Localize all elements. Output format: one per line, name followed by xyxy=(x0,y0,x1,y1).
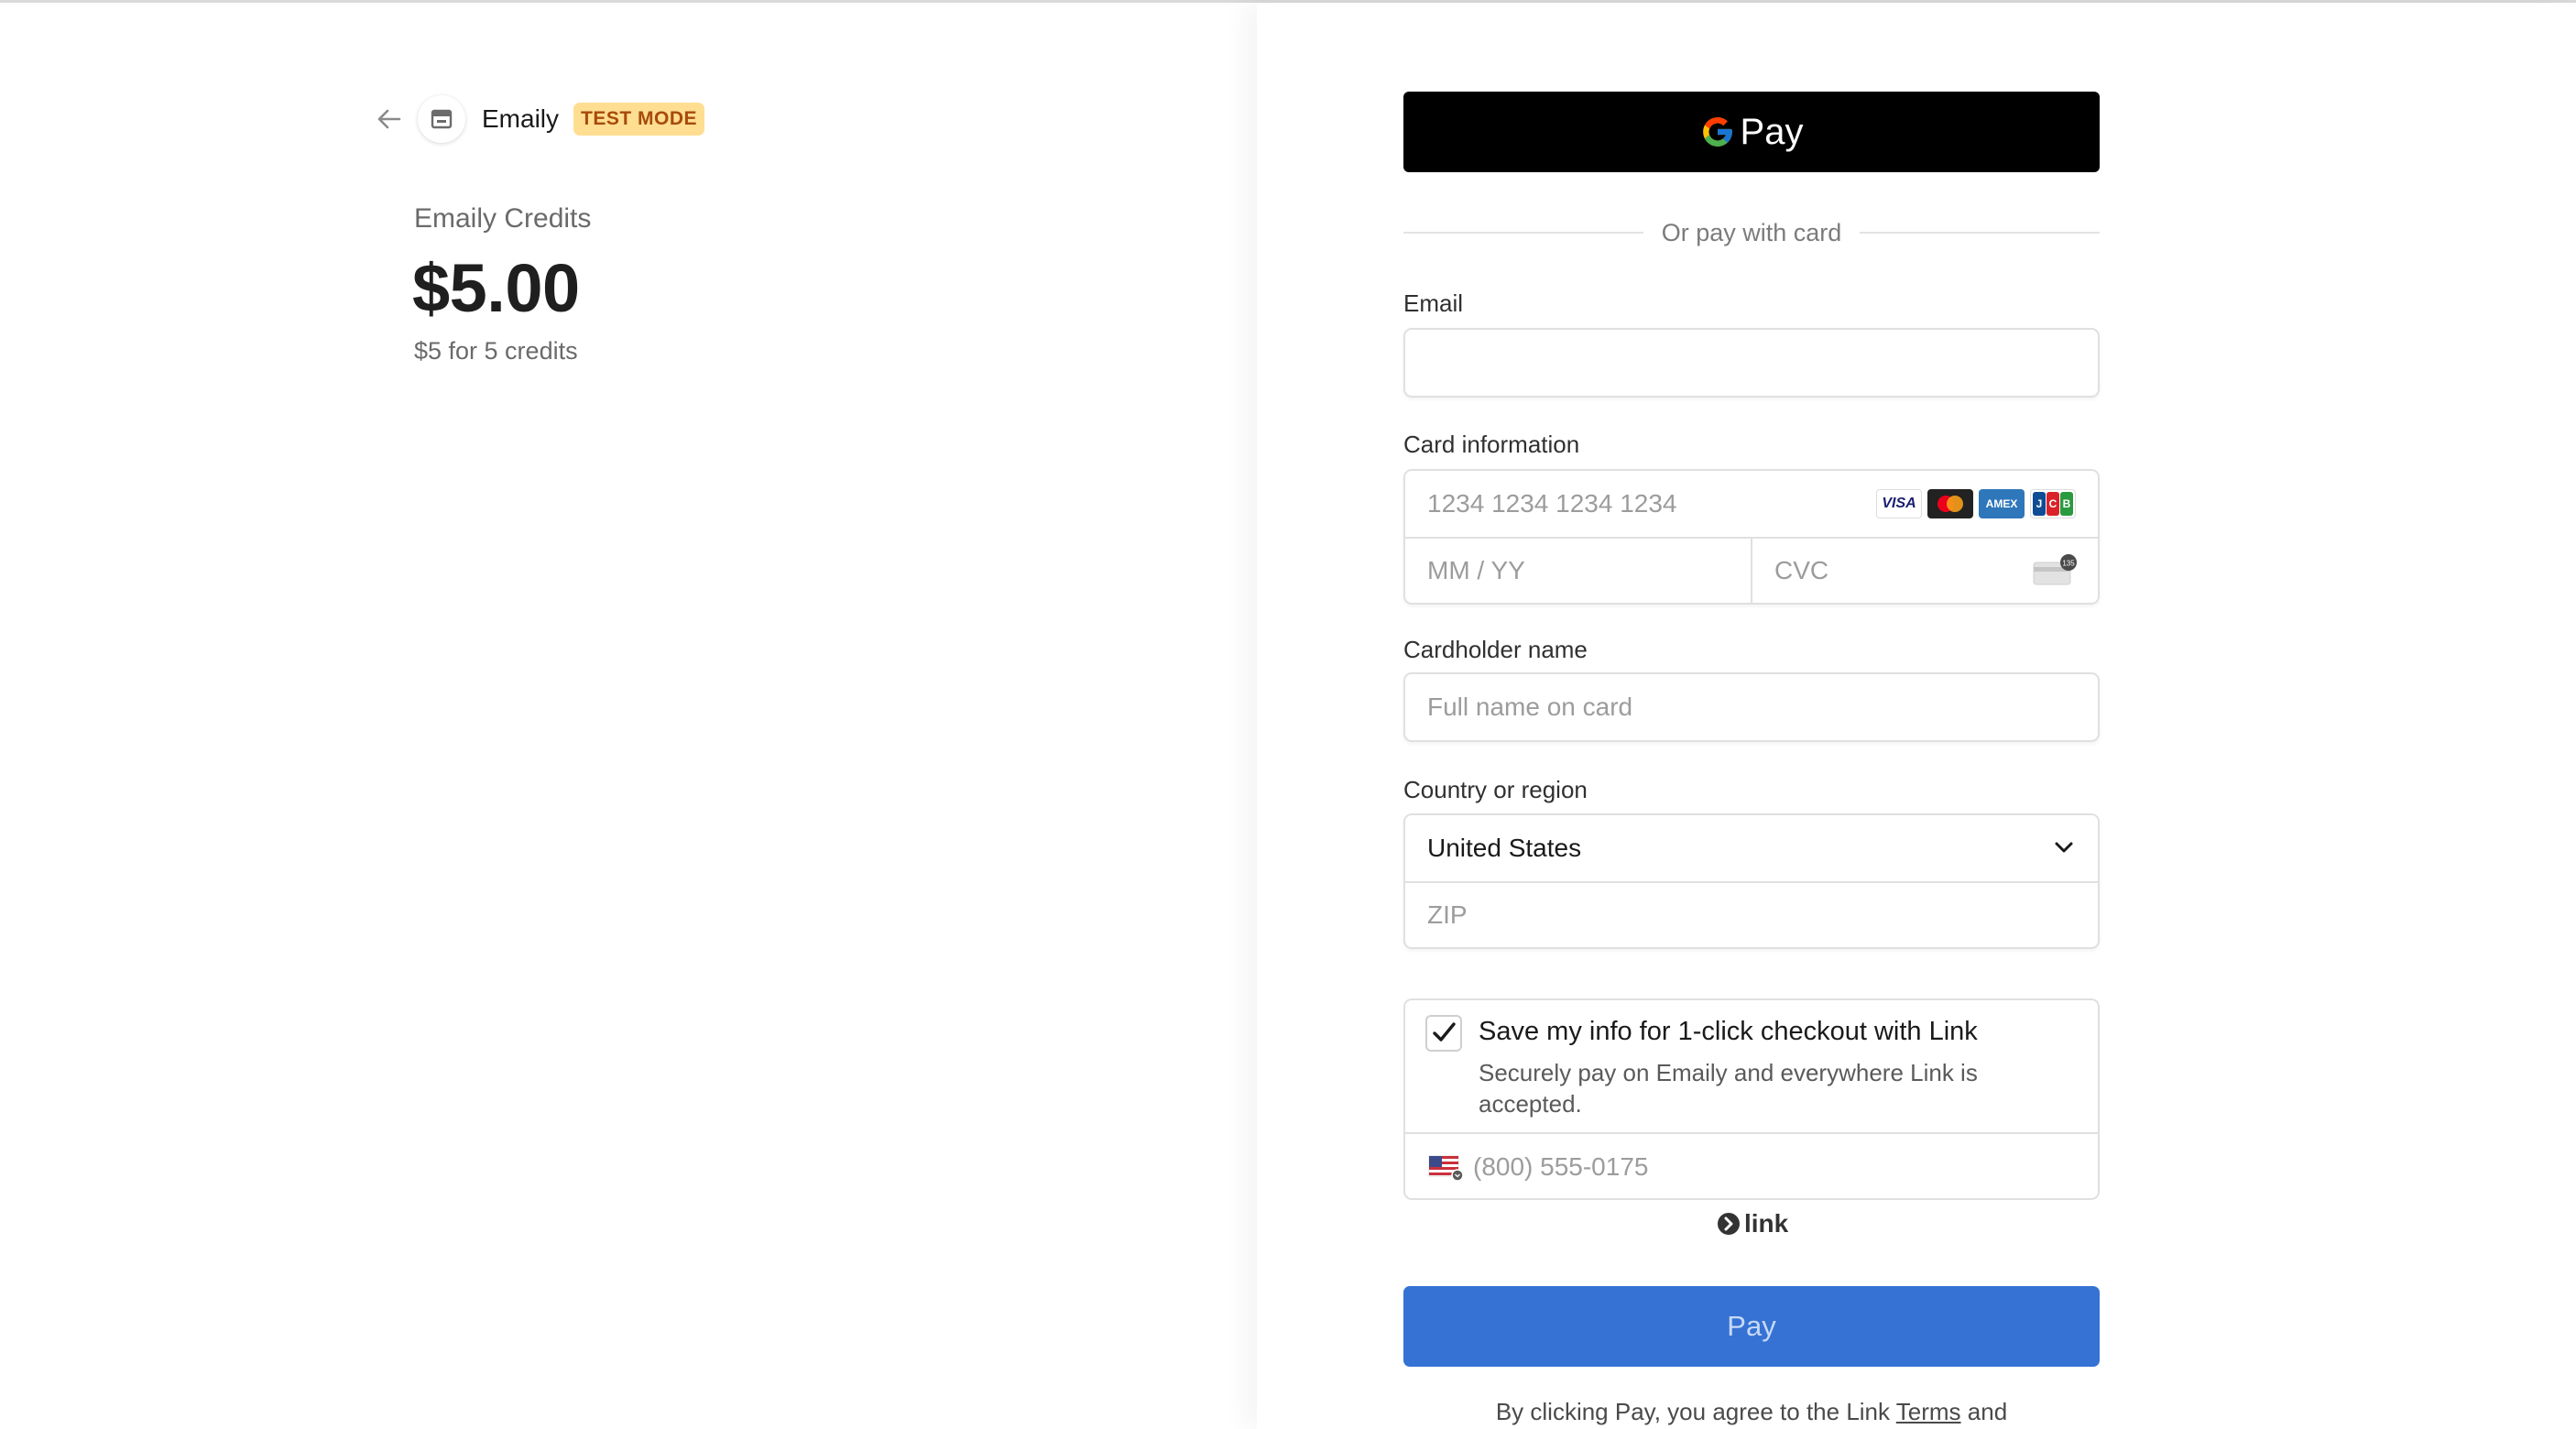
card-information-label: Card information xyxy=(1403,431,1580,458)
save-info-title: Save my info for 1-click checkout with L… xyxy=(1479,1017,1978,1046)
phone-input[interactable]: (800) 555-0175 xyxy=(1405,1132,2098,1200)
checkmark-icon xyxy=(1433,1022,1456,1042)
cardholder-label: Cardholder name xyxy=(1403,636,1588,663)
card-brands: VISA AMEX J C B xyxy=(1876,489,2076,518)
card-number-placeholder: 1234 1234 1234 1234 xyxy=(1427,489,1677,518)
link-arrow-icon xyxy=(1718,1213,1740,1235)
back-arrow-icon[interactable] xyxy=(370,101,407,137)
product-price: $5.00 xyxy=(412,250,580,326)
link-save-box: Save my info for 1-click checkout with L… xyxy=(1403,998,2100,1200)
google-pay-label: Pay xyxy=(1740,111,1804,152)
country-select[interactable]: United States xyxy=(1405,815,2098,881)
pay-button[interactable]: Pay xyxy=(1403,1286,2100,1367)
legal-text: By clicking Pay, you agree to the Link T… xyxy=(1403,1398,2100,1426)
us-flag-icon xyxy=(1428,1155,1464,1182)
merchant-name: Emaily xyxy=(482,104,560,133)
card-number-input[interactable]: 1234 1234 1234 1234 VISA AMEX J C B xyxy=(1405,471,2098,537)
cardholder-name-input[interactable]: Full name on card xyxy=(1403,672,2100,742)
country-selected: United States xyxy=(1427,834,1582,862)
chevron-down-icon xyxy=(2055,842,2073,853)
cvc-badge-text: 135 xyxy=(2062,560,2075,568)
cardholder-placeholder: Full name on card xyxy=(1427,693,1633,721)
email-field[interactable] xyxy=(1403,328,2100,398)
email-label: Email xyxy=(1403,289,1464,317)
phone-placeholder: (800) 555-0175 xyxy=(1473,1152,1649,1181)
link-logo: link xyxy=(1717,1207,1788,1240)
legal-suffix: and xyxy=(1960,1398,2008,1425)
google-pay-button[interactable]: Pay xyxy=(1403,92,2100,172)
save-info-checkbox[interactable] xyxy=(1425,1015,1462,1052)
jcb-icon: J C B xyxy=(2030,489,2076,518)
legal-prefix: By clicking Pay, you agree to the Link xyxy=(1495,1398,1896,1425)
save-info-description: Securely pay on Emaily and everywhere Li… xyxy=(1479,1059,1978,1118)
zip-input[interactable]: ZIP xyxy=(1405,881,2098,947)
expiry-input[interactable]: MM / YY xyxy=(1405,539,1751,603)
store-icon xyxy=(418,95,465,143)
or-divider: Or pay with card xyxy=(1403,213,2101,253)
cvc-card-icon: 135 xyxy=(2033,554,2077,585)
link-logo-text: link xyxy=(1744,1209,1789,1238)
mastercard-icon xyxy=(1927,489,1973,518)
product-description: $5 for 5 credits xyxy=(414,337,578,365)
terms-link[interactable]: Terms xyxy=(1896,1398,1961,1425)
expiry-placeholder: MM / YY xyxy=(1427,556,1525,584)
visa-icon: VISA xyxy=(1876,489,1922,518)
google-g-icon xyxy=(1702,117,1732,147)
or-divider-text: Or pay with card xyxy=(1661,218,1842,246)
pay-button-label: Pay xyxy=(1727,1310,1776,1342)
zip-placeholder: ZIP xyxy=(1427,900,1468,929)
cvc-placeholder: CVC xyxy=(1774,556,1829,584)
amex-icon: AMEX xyxy=(1979,489,2025,518)
card-information-field: 1234 1234 1234 1234 VISA AMEX J C B MM /… xyxy=(1403,469,2100,605)
product-name: Emaily Credits xyxy=(414,203,592,234)
country-region-field: United States ZIP xyxy=(1403,813,2100,949)
merchant-header: Emaily TEST MODE xyxy=(370,95,705,143)
cvc-input[interactable]: CVC 135 xyxy=(1751,539,2098,603)
checkout-page: Emaily TEST MODE Emaily Credits $5.00 $5… xyxy=(0,0,2576,1429)
test-mode-badge: TEST MODE xyxy=(573,103,705,136)
country-label: Country or region xyxy=(1403,776,1588,803)
order-summary-pane xyxy=(0,3,1257,1429)
